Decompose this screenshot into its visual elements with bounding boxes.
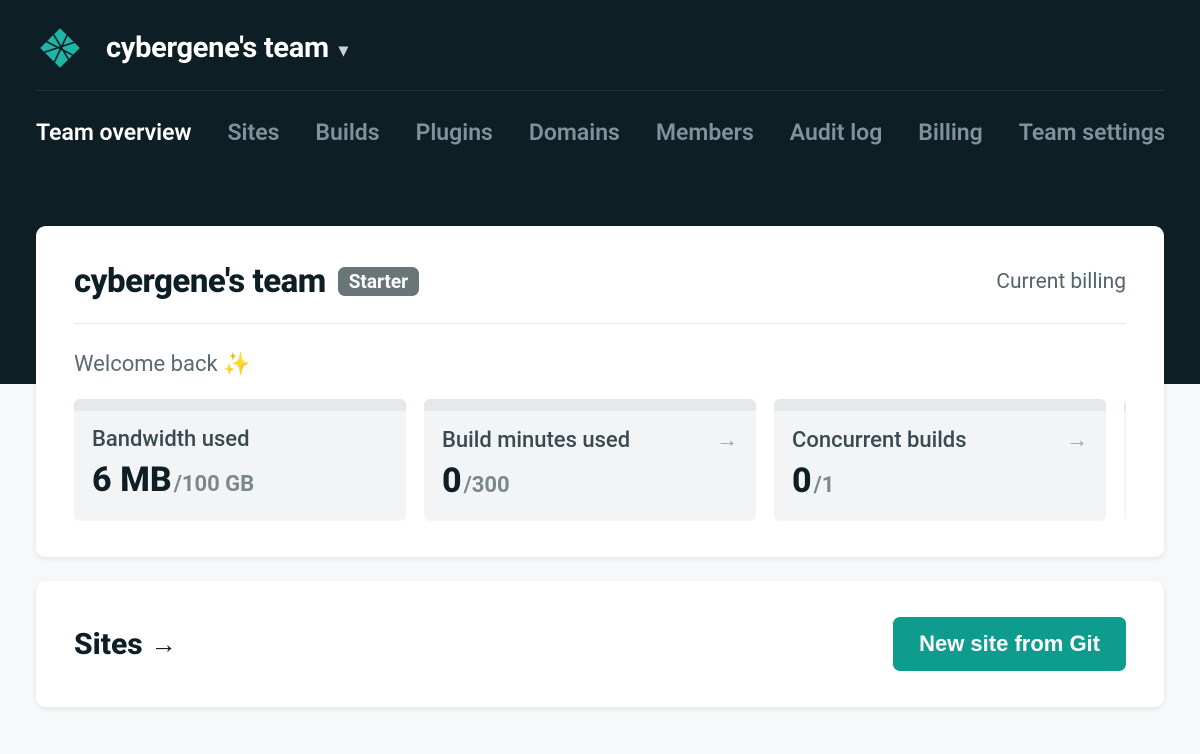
team-switcher[interactable]: cybergene's team ▾ [106,31,348,65]
arrow-right-icon: → [1066,427,1088,453]
nav-domains[interactable]: Domains [529,119,620,146]
page-title: cybergene's team [74,262,326,301]
sites-card: Sites → New site from Git [36,581,1164,707]
nav-audit-log[interactable]: Audit log [790,119,883,146]
stat-bandwidth[interactable]: Bandwidth used 6 MB/100 GB [74,399,406,521]
team-name: cybergene's team [106,31,329,65]
stat-build-minutes[interactable]: Build minutes used → 0/300 [424,399,756,521]
plan-badge: Starter [338,267,419,296]
stat-label: Bandwidth used [92,427,249,452]
stat-members[interactable]: Members 1 [1124,399,1126,521]
nav-builds[interactable]: Builds [315,119,379,146]
sparkle-icon: ✨ [223,352,250,377]
netlify-logo-icon[interactable] [36,24,84,72]
arrow-right-icon: → [151,629,177,660]
arrow-right-icon: → [716,427,738,453]
nav-members[interactable]: Members [656,119,754,146]
stat-label: Concurrent builds [792,428,967,453]
chevron-down-icon: ▾ [339,40,348,61]
stat-concurrent-builds[interactable]: Concurrent builds → 0/1 [774,399,1106,521]
nav-sites[interactable]: Sites [227,119,279,146]
stat-value: 0/1 [792,461,1088,501]
stat-value: 6 MB/100 GB [92,460,388,500]
nav-plugins[interactable]: Plugins [416,119,493,146]
overview-card: cybergene's team Starter Current billing… [36,226,1164,557]
stat-value: 0/300 [442,461,738,501]
welcome-text: Welcome back ✨ [74,352,1126,377]
new-site-button[interactable]: New site from Git [893,617,1126,671]
nav-team-settings[interactable]: Team settings [1019,119,1164,146]
main-nav: Team overview Sites Builds Plugins Domai… [36,90,1164,146]
stat-label: Build minutes used [442,428,630,453]
billing-period-link[interactable]: Current billing [996,270,1126,294]
sites-heading-link[interactable]: Sites → [74,627,177,662]
nav-team-overview[interactable]: Team overview [36,119,191,146]
nav-billing[interactable]: Billing [918,119,982,146]
